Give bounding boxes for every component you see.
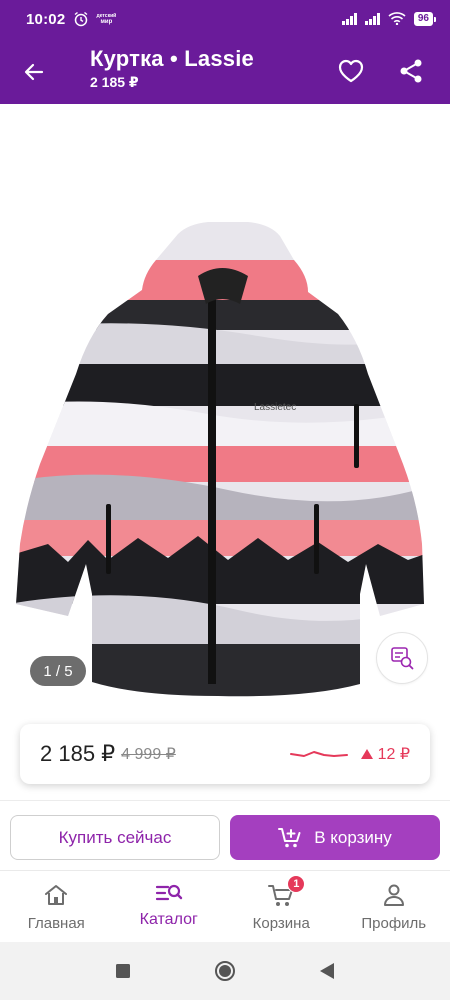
product-image[interactable]: Lassietec — [8, 164, 442, 704]
recents-button[interactable] — [111, 959, 135, 983]
system-nav-bar — [0, 942, 450, 1000]
signal-icon — [341, 13, 357, 25]
profile-icon — [381, 881, 407, 909]
home-icon — [43, 881, 69, 909]
nav-item-catalog[interactable]: Каталог — [113, 871, 226, 942]
app-bar: Куртка • Lassie 2 185 ₽ — [0, 38, 450, 104]
price-card: 2 185 ₽ 4 999 ₽ 12 ₽ — [20, 724, 430, 784]
arrow-left-icon — [24, 63, 44, 81]
brand-line-2: мир — [100, 19, 113, 25]
share-button[interactable] — [394, 54, 428, 88]
current-price: 2 185 ₽ — [40, 741, 116, 766]
price-history[interactable]: 12 ₽ — [289, 744, 410, 764]
price-trend-sparkline — [289, 751, 348, 757]
favorite-button[interactable] — [334, 54, 368, 88]
status-right: 96 — [341, 11, 436, 28]
nav-label-cart: Корзина — [252, 915, 310, 932]
image-search-icon — [391, 647, 414, 670]
nav-item-home[interactable]: Главная — [0, 871, 113, 942]
image-brand-text: Lassietec — [254, 402, 296, 413]
back-system-button[interactable] — [315, 959, 339, 983]
old-price: 4 999 ₽ — [121, 746, 176, 763]
triangle-left-icon — [320, 963, 334, 979]
back-button[interactable] — [18, 56, 50, 88]
catalog-search-icon — [155, 881, 183, 909]
divider — [0, 800, 450, 801]
heart-icon — [338, 59, 364, 83]
battery-icon: 96 — [413, 12, 436, 26]
triangle-up-icon — [360, 749, 373, 759]
cart-add-icon — [278, 827, 301, 847]
status-bar: 10:02 детский мир 96 — [0, 0, 450, 38]
cart-badge: 1 — [287, 875, 306, 893]
price-change-value: 12 ₽ — [377, 746, 410, 763]
page-title: Куртка • Lassie — [90, 46, 254, 71]
bottom-nav: Главная Каталог 1 Корзина Профиль — [0, 870, 450, 942]
battery-level: 96 — [413, 12, 433, 26]
nav-label-profile: Профиль — [361, 915, 427, 932]
cart-icon: 1 — [267, 875, 306, 909]
add-to-cart-label: В корзину — [314, 827, 392, 847]
nav-item-cart[interactable]: 1 Корзина — [225, 871, 338, 942]
header-price: 2 185 ₽ — [90, 74, 139, 90]
status-left: 10:02 детский мир — [26, 10, 117, 28]
buy-now-button[interactable]: Купить сейчас — [10, 815, 220, 860]
price-change: 12 ₽ — [360, 744, 410, 764]
circle-icon — [215, 961, 235, 981]
nav-label-home: Главная — [27, 915, 85, 932]
nav-item-profile[interactable]: Профиль — [338, 871, 450, 942]
share-icon — [400, 59, 422, 83]
title-block: Куртка • Lassie 2 185 ₽ — [90, 46, 254, 91]
home-system-button[interactable] — [213, 959, 237, 983]
visual-search-button[interactable] — [376, 632, 428, 684]
status-time: 10:02 — [26, 10, 66, 28]
add-to-cart-button[interactable]: В корзину — [230, 815, 440, 860]
signal-icon-2 — [364, 13, 380, 25]
alarm-icon — [73, 11, 89, 27]
wifi-icon — [388, 11, 406, 28]
nav-label-catalog: Каталог — [139, 911, 198, 928]
square-icon — [116, 964, 130, 978]
product-gallery[interactable]: Lassietec 1 / 5 — [0, 104, 450, 710]
page-indicator: 1 / 5 — [30, 656, 86, 686]
brand-mini-icon: детский мир — [97, 13, 117, 25]
